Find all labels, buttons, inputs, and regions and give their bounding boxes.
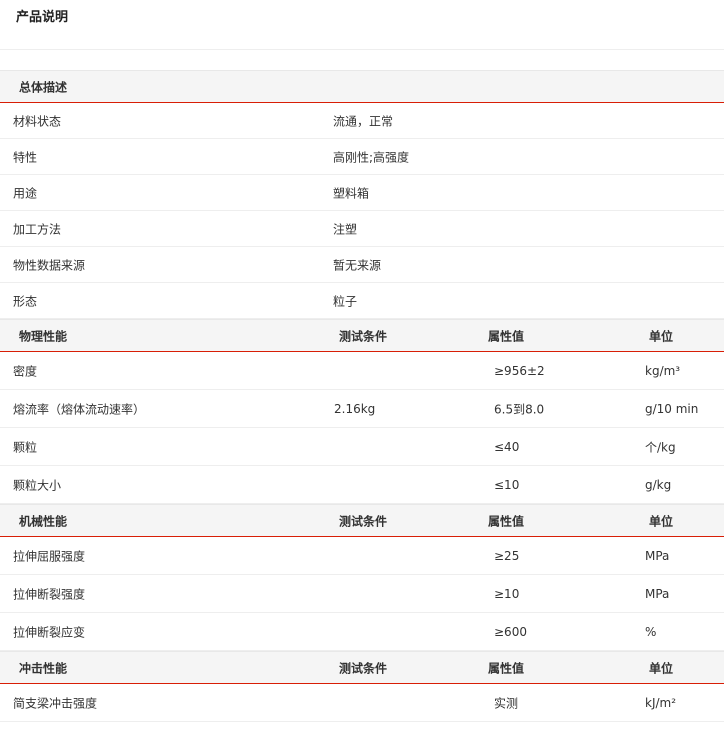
row-value: ≤40 [494,439,520,454]
row-value: 高刚性;高强度 [333,150,410,164]
row-value: 流通，正常 [333,114,394,128]
page-title: 产品说明 [16,10,69,25]
table-row: 用途 塑料箱 [0,175,724,211]
section-header-general: 总体描述 [0,70,724,103]
row-name: 熔流率（熔体流动速率） [13,402,146,416]
row-value: 塑料箱 [333,186,370,200]
row-name: 简支梁冲击强度 [13,696,98,710]
column-header-value: 属性值 [488,514,525,528]
row-value: ≥25 [494,548,520,563]
table-row: 形态 粒子 [0,283,724,319]
table-row: 特性 高刚性;高强度 [0,139,724,175]
row-unit: kJ/m² [645,695,677,710]
row-unit: 个/kg [645,440,676,454]
table-row: 加工方法 注塑 [0,211,724,247]
column-header-condition: 测试条件 [339,661,388,675]
row-name: 物性数据来源 [13,258,86,272]
row-value: 注塑 [333,222,358,236]
row-name: 用途 [13,186,38,200]
row-value: 暂无来源 [333,258,382,272]
column-header-unit: 单位 [649,514,674,528]
section-title: 机械性能 [19,514,68,528]
column-header-value: 属性值 [488,661,525,675]
row-value: ≤10 [494,477,520,492]
table-row: 简支梁冲击强度 实测 kJ/m² [0,684,724,722]
section-header-mechanical: 机械性能 测试条件 属性值 单位 [0,504,724,537]
row-name: 拉伸断裂强度 [13,587,86,601]
row-name: 颗粒大小 [13,478,62,492]
table-row: 熔流率（熔体流动速率） 2.16kg 6.5到8.0 g/10 min [0,390,724,428]
row-unit: % [645,624,657,639]
row-value: ≥956±2 [494,363,545,378]
row-unit: g/kg [645,477,672,492]
section-header-physical: 物理性能 测试条件 属性值 单位 [0,319,724,352]
row-name: 颗粒 [13,440,38,454]
row-value: ≥10 [494,586,520,601]
row-name: 拉伸断裂应变 [13,625,86,639]
row-unit: MPa [645,548,670,563]
column-header-unit: 单位 [649,661,674,675]
table-row: 密度 ≥956±2 kg/m³ [0,352,724,390]
column-header-condition: 测试条件 [339,514,388,528]
table-row: 物性数据来源 暂无来源 [0,247,724,283]
title-divider [0,49,724,50]
row-name: 材料状态 [13,114,62,128]
row-value: 6.5到8.0 [494,402,545,416]
spec-table: 总体描述 材料状态 流通，正常 特性 高刚性;高强度 用途 塑料箱 加工方法 注… [0,70,724,722]
table-row: 颗粒大小 ≤10 g/kg [0,466,724,504]
row-value: 粒子 [333,294,358,308]
row-name: 拉伸屈服强度 [13,549,86,563]
row-name: 形态 [13,294,38,308]
table-row: 颗粒 ≤40 个/kg [0,428,724,466]
section-header-impact: 冲击性能 测试条件 属性值 单位 [0,651,724,684]
row-value: 实测 [494,696,519,710]
column-header-unit: 单位 [649,329,674,343]
row-name: 特性 [13,150,38,164]
row-unit: MPa [645,586,670,601]
table-row: 拉伸断裂强度 ≥10 MPa [0,575,724,613]
table-row: 拉伸断裂应变 ≥600 % [0,613,724,651]
table-row: 材料状态 流通，正常 [0,103,724,139]
section-title: 总体描述 [19,80,68,94]
row-name: 密度 [13,364,38,378]
row-value: ≥600 [494,624,527,639]
table-row: 拉伸屈服强度 ≥25 MPa [0,537,724,575]
section-title: 物理性能 [19,329,68,343]
row-name: 加工方法 [13,222,62,236]
row-unit: kg/m³ [645,363,681,378]
row-condition: 2.16kg [334,401,376,416]
column-header-value: 属性值 [488,329,525,343]
column-header-condition: 测试条件 [339,329,388,343]
section-title: 冲击性能 [19,661,68,675]
row-unit: g/10 min [645,401,699,416]
